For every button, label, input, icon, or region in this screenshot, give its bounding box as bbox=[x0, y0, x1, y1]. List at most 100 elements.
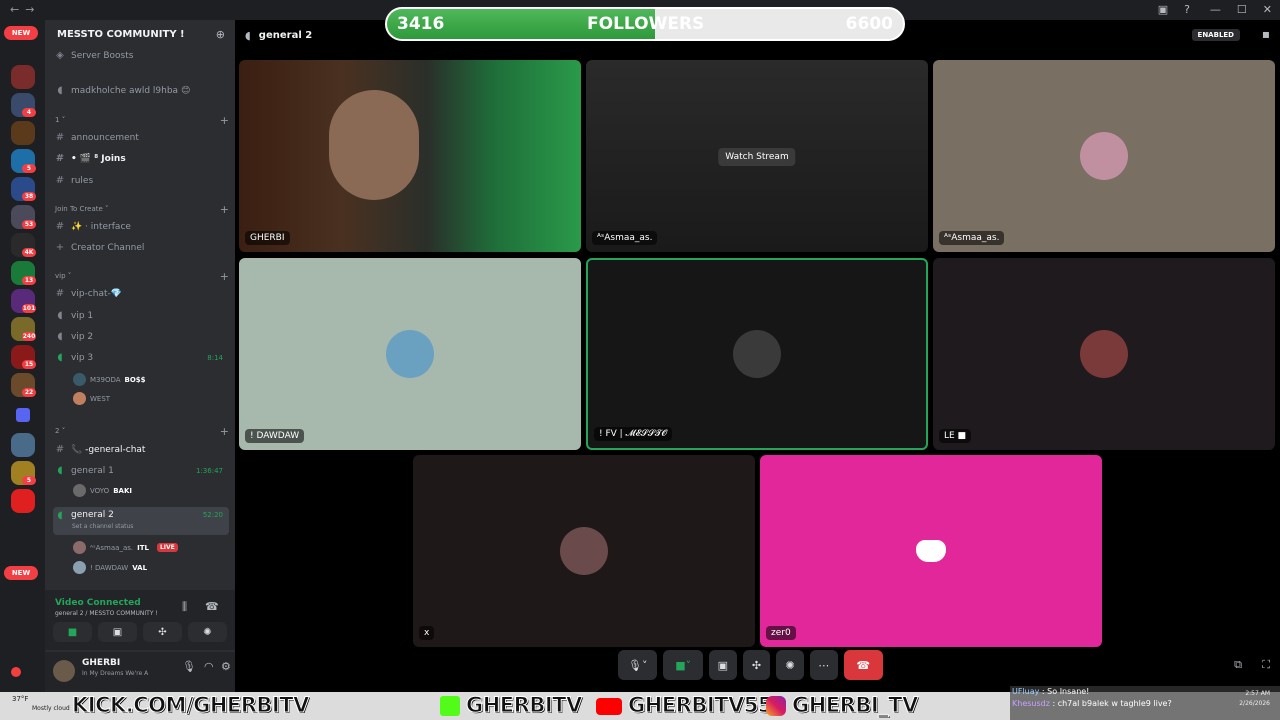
category-header[interactable]: 1 ˅ + bbox=[55, 114, 229, 127]
add-channel-icon[interactable]: + bbox=[220, 425, 229, 438]
speaker-icon: ◖ bbox=[57, 85, 63, 96]
voice-user[interactable]: M39ODA BO$$ bbox=[73, 372, 146, 387]
headphones-icon[interactable]: ◠ bbox=[204, 660, 214, 673]
text-channel[interactable]: # rules bbox=[53, 171, 229, 190]
user-name: VOYO bbox=[90, 486, 110, 495]
avatar[interactable] bbox=[53, 660, 75, 682]
voice-user[interactable]: WEST bbox=[73, 391, 110, 406]
help-icon[interactable]: ? bbox=[1184, 3, 1190, 16]
text-channel[interactable]: # • 🎬 ⁸ Joins bbox=[53, 149, 229, 168]
category-label: 2 bbox=[55, 427, 60, 435]
settings-icon[interactable]: ⚙ bbox=[221, 660, 231, 673]
folder-icon[interactable] bbox=[16, 408, 30, 422]
chat-icon[interactable]: ▪ bbox=[1262, 27, 1270, 41]
user-name: M39ODA bbox=[90, 375, 121, 384]
stream-tile[interactable]: Watch Stream ᴬˢAsmaa_as. bbox=[586, 60, 928, 252]
avatar bbox=[560, 527, 608, 575]
mic-button[interactable]: 🎙˅ bbox=[618, 650, 658, 680]
enabled-badge[interactable]: ENABLED bbox=[1191, 29, 1240, 41]
voice-user[interactable]: ! DAWDAW VAL bbox=[73, 560, 147, 575]
activities-button[interactable]: ✣ bbox=[143, 622, 182, 642]
fullscreen-icon[interactable]: ⛶ bbox=[1262, 658, 1270, 672]
follower-goal-bar: 3416 FOLLOWERS 6600 bbox=[385, 7, 905, 41]
soundboard-button[interactable]: ✺ bbox=[776, 650, 804, 680]
video-tile-speaking[interactable]: ! FV | 𝓜𝓔𝓢𝓢𝓣𝓞 bbox=[586, 258, 928, 450]
channel-status[interactable]: Set a channel status bbox=[72, 523, 133, 530]
user-tag: ITL bbox=[137, 543, 149, 552]
channel-label: vip 1 bbox=[71, 310, 94, 321]
video-tile[interactable]: LE ■ bbox=[933, 258, 1275, 450]
close-icon[interactable]: ✕ bbox=[1263, 3, 1272, 16]
guild-icon[interactable] bbox=[11, 433, 35, 457]
category-label: Join To Create bbox=[55, 205, 103, 213]
watch-stream-button[interactable]: Watch Stream bbox=[718, 148, 796, 166]
hang-up-button[interactable]: ☎ bbox=[843, 650, 884, 680]
minimize-icon[interactable]: — bbox=[1210, 3, 1221, 16]
category-header[interactable]: Join To Create ˅ + bbox=[55, 203, 229, 216]
call-controls: 🎙˅ ■˅ ▣ ✣ ✺ ⋯ ☎ bbox=[618, 650, 884, 680]
category-header[interactable]: vip ˅ + bbox=[55, 270, 229, 283]
hash-icon: # bbox=[55, 175, 65, 186]
text-channel[interactable]: # 📞 -general-chat bbox=[53, 440, 229, 459]
speaker-icon: ◖ bbox=[57, 352, 63, 363]
voice-channel[interactable]: ◖ vip 3 8:14 bbox=[53, 348, 229, 367]
voice-connection-panel: Video Connected general 2 / MESSTO COMMU… bbox=[45, 590, 235, 650]
add-channel-icon[interactable]: + bbox=[220, 270, 229, 283]
soundboard-button[interactable]: ✺ bbox=[188, 622, 227, 642]
streamer-video bbox=[329, 90, 419, 200]
server-boosts-item[interactable]: ◈ Server Boosts bbox=[53, 46, 229, 65]
text-channel[interactable]: # ✨ · interface bbox=[53, 217, 229, 236]
invite-icon[interactable]: ⊕ bbox=[216, 28, 225, 41]
text-channel[interactable]: # announcement bbox=[53, 128, 229, 147]
weather-desc: Mostly cloud bbox=[32, 705, 70, 712]
guild-icon[interactable] bbox=[11, 65, 35, 89]
user-status: In My Dreams We're A bbox=[82, 670, 149, 677]
category-header[interactable]: 2 ˅ + bbox=[55, 425, 229, 438]
add-channel-icon[interactable]: + bbox=[220, 203, 229, 216]
new-badge: NEW bbox=[4, 566, 38, 580]
voice-location[interactable]: general 2 / MESSTO COMMUNITY ! bbox=[55, 610, 158, 617]
kick-url: KICK.COM/GHERBITV bbox=[72, 693, 310, 718]
mention-badge: 53 bbox=[22, 220, 36, 229]
mic-icon[interactable]: 🎙 bbox=[182, 660, 196, 673]
popout-icon[interactable]: ⧉ bbox=[1234, 658, 1242, 672]
plus-icon: + bbox=[55, 242, 65, 253]
video-tile[interactable]: ! DAWDAW bbox=[239, 258, 581, 450]
maximize-icon[interactable]: ☐ bbox=[1237, 3, 1247, 16]
voice-user[interactable]: ᴬˢAsmaa_as. ITL LIVE bbox=[73, 540, 178, 555]
voice-channel[interactable]: ◖ vip 2 bbox=[53, 327, 229, 346]
kick-guild-icon[interactable] bbox=[11, 489, 35, 513]
nav-arrows[interactable]: ←→ bbox=[10, 3, 40, 16]
voice-user[interactable]: VOYO BAKI bbox=[73, 483, 132, 498]
video-tile[interactable]: x bbox=[413, 455, 755, 647]
speaker-icon: ◖ bbox=[245, 28, 251, 42]
camera-button[interactable]: ■˅ bbox=[663, 650, 703, 680]
video-tile[interactable]: zer0 bbox=[760, 455, 1102, 647]
voice-channel[interactable]: ◖ general 1 1:36:47 bbox=[53, 461, 229, 480]
more-icon[interactable]: ⋯ bbox=[809, 650, 838, 680]
voice-channel-selected[interactable]: ◖ general 2 52:20 Set a channel status bbox=[53, 507, 229, 535]
stream-overlay-bar: 37°F Mostly cloud KICK.COM/GHERBITV GHER… bbox=[0, 686, 1280, 720]
mention-badge: 4 bbox=[22, 108, 36, 117]
disconnect-icon[interactable]: ☎ bbox=[205, 600, 219, 613]
youtube-logo-icon bbox=[596, 698, 622, 715]
voice-channel[interactable]: ◖ madkholche awld l9hba 😊 bbox=[53, 81, 229, 100]
video-tile[interactable]: GHERBI bbox=[239, 60, 581, 252]
follower-count: 3416 bbox=[397, 14, 445, 34]
camera-button[interactable]: ■ bbox=[53, 622, 92, 642]
video-tile[interactable]: ᴬˢAsmaa_as. bbox=[933, 60, 1275, 252]
add-channel-icon[interactable]: + bbox=[220, 114, 229, 127]
voice-channel[interactable]: + Creator Channel bbox=[53, 238, 229, 257]
avatar bbox=[73, 373, 86, 386]
inbox-icon[interactable]: ▣ bbox=[1158, 3, 1168, 16]
screen-share-button[interactable]: ▣ bbox=[98, 622, 137, 642]
guild-icon[interactable] bbox=[11, 121, 35, 145]
activities-button[interactable]: ✣ bbox=[742, 650, 771, 680]
voice-channel[interactable]: ◖ vip 1 bbox=[53, 306, 229, 325]
screen-share-button[interactable]: ▣ bbox=[708, 650, 737, 680]
server-rail: NEW 4 5 38 53 4K 13 101 240 15 22 5 NEW bbox=[0, 20, 45, 692]
text-channel[interactable]: # vip-chat-💎 bbox=[53, 284, 229, 303]
noise-icon[interactable]: ⫼ bbox=[182, 600, 187, 614]
avatar bbox=[73, 484, 86, 497]
participant-name: ᴬˢAsmaa_as. bbox=[592, 231, 658, 245]
